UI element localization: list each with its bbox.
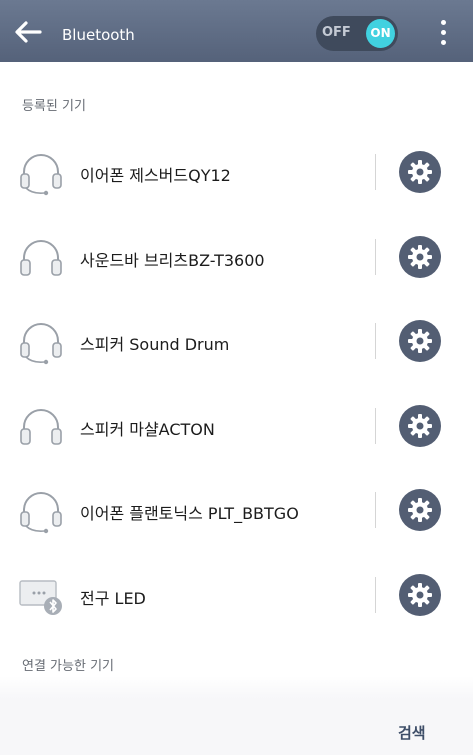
list-fade xyxy=(0,676,473,699)
device-row[interactable]: 이어폰 제스버드QY12 xyxy=(0,130,473,214)
device-settings-button[interactable] xyxy=(399,151,441,193)
device-row[interactable]: 사운드바 브리츠BZ-T3600 xyxy=(0,215,473,299)
device-name: 이어폰 플랜토닉스 PLT_BBTGO xyxy=(80,504,299,523)
device-name: 사운드바 브리츠BZ-T3600 xyxy=(80,251,265,270)
device-row[interactable]: 이어폰 플랜토닉스 PLT_BBTGO xyxy=(0,468,473,552)
headphones-icon xyxy=(18,235,64,281)
bluetooth-toggle[interactable]: OFF ON xyxy=(316,16,398,51)
device-row[interactable]: 스피커 마샬ACTON xyxy=(0,384,473,468)
bottom-bar: 검색 xyxy=(0,699,473,755)
device-name: 전구 LED xyxy=(80,589,146,608)
available-devices-header: 연결 가능한 기기 xyxy=(22,659,114,674)
headphones-icon xyxy=(18,404,64,450)
device-name: 스피커 마샬ACTON xyxy=(80,420,215,439)
device-row[interactable]: 전구 LED xyxy=(0,553,473,637)
toggle-off-label: OFF xyxy=(322,25,351,40)
headset-icon xyxy=(18,150,64,196)
device-row[interactable]: 스피커 Sound Drum xyxy=(0,299,473,383)
device-settings-button[interactable] xyxy=(399,405,441,447)
device-settings-button[interactable] xyxy=(399,236,441,278)
device-name: 이어폰 제스버드QY12 xyxy=(80,166,231,185)
toggle-on-knob: ON xyxy=(366,19,395,48)
app-bar: Bluetooth OFF ON xyxy=(0,0,473,62)
device-settings-button[interactable] xyxy=(399,489,441,531)
device-name: 스피커 Sound Drum xyxy=(80,335,230,354)
row-divider xyxy=(375,323,376,359)
paired-devices-header: 등록된 기기 xyxy=(22,99,86,114)
more-options-icon[interactable] xyxy=(434,18,454,48)
row-divider xyxy=(375,492,376,528)
device-settings-button[interactable] xyxy=(399,320,441,362)
back-arrow-icon xyxy=(15,21,42,43)
headset-icon xyxy=(18,488,64,534)
row-divider xyxy=(375,154,376,190)
row-divider xyxy=(375,239,376,275)
back-button[interactable] xyxy=(12,16,44,48)
device-settings-button[interactable] xyxy=(399,574,441,616)
row-divider xyxy=(375,577,376,613)
scan-button[interactable]: 검색 xyxy=(398,722,426,743)
row-divider xyxy=(375,408,376,444)
bluetooth-device-icon xyxy=(18,573,64,619)
page-title: Bluetooth xyxy=(62,26,135,44)
headset-icon xyxy=(18,319,64,365)
